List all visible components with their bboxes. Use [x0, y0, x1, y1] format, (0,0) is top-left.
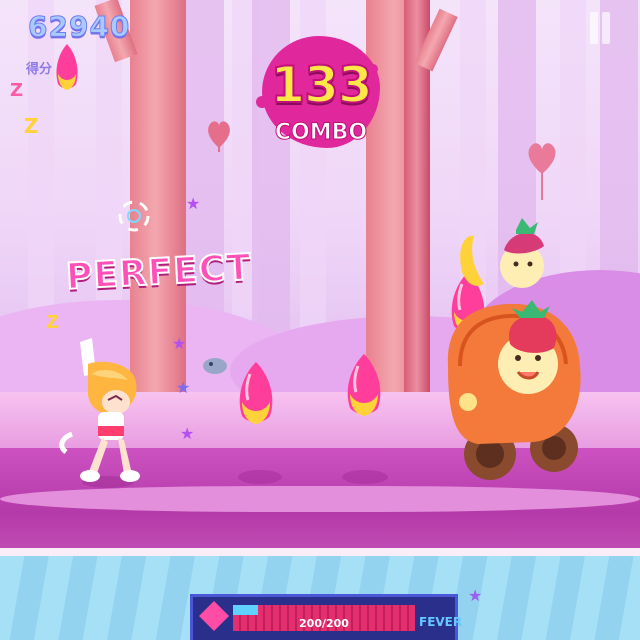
hit-target-icon	[118, 200, 150, 232]
note-shadow	[238, 470, 282, 484]
judgement-text: PERFECT	[64, 246, 254, 299]
star-sparkle-icon: ★	[176, 378, 191, 397]
score-label: 得分	[26, 62, 53, 77]
pause-icon	[590, 12, 598, 44]
game-stage[interactable]: 62940 得分 133 COMBO Z Z Z PERFECT ★ ★ ★ ★…	[0, 0, 640, 640]
candy-note-icon	[347, 354, 381, 416]
score-value: 62940	[27, 10, 131, 44]
note-shadow	[342, 470, 388, 484]
candy-note-icon	[239, 362, 273, 424]
star-sparkle-icon: ★	[180, 424, 195, 443]
sleep-z-icon: Z	[46, 312, 60, 333]
fever-bar: 200/200 FEVER	[190, 594, 462, 640]
heart-decoration-icon	[528, 143, 556, 200]
fruit-car-boss	[447, 218, 581, 480]
hp-text: 200/200	[299, 617, 349, 630]
candy-note-icon	[56, 44, 78, 90]
star-sparkle-icon: ★	[186, 194, 201, 213]
heart-badge-icon	[199, 601, 229, 631]
candy-note	[236, 360, 276, 426]
star-sparkle-icon: ★	[468, 586, 483, 605]
fever-label: FEVER	[419, 615, 463, 629]
pause-icon	[602, 12, 610, 44]
pause-button[interactable]	[588, 12, 614, 46]
sleep-z-icon: Z	[24, 114, 39, 138]
combo-label: COMBO	[274, 120, 368, 146]
sleep-z-icon: Z	[10, 80, 24, 101]
small-enemy	[203, 358, 227, 374]
combo-number: 133	[269, 55, 373, 115]
player-character	[59, 338, 140, 488]
combo-counter: 133 COMBO	[256, 26, 386, 156]
candy-note	[344, 352, 384, 418]
fever-fill	[233, 605, 258, 615]
star-sparkle-icon: ★	[172, 334, 187, 353]
heart-decoration-icon	[208, 121, 230, 152]
